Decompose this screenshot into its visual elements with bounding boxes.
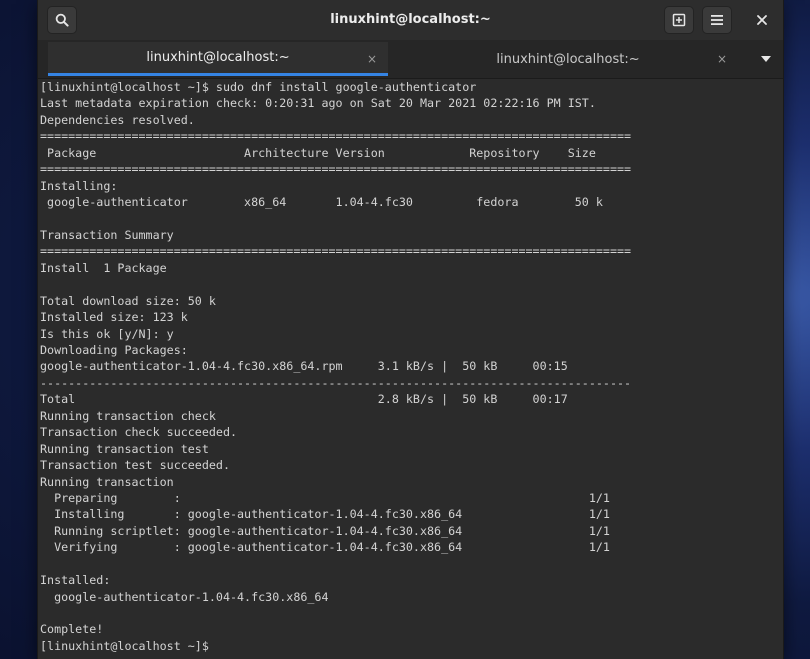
terminal-line: Running scriptlet: google-authenticator-… bbox=[40, 523, 610, 538]
terminal-line: [linuxhint@localhost ~]$ bbox=[40, 638, 216, 653]
tab-label: linuxhint@localhost:~ bbox=[146, 50, 290, 65]
terminal-line: Transaction Summary bbox=[40, 227, 174, 242]
terminal-line: Installing : google-authenticator-1.04-4… bbox=[40, 507, 610, 522]
hamburger-menu-icon bbox=[711, 15, 723, 25]
new-tab-icon bbox=[672, 13, 686, 27]
terminal-line: ========================================… bbox=[40, 129, 632, 144]
terminal-line: Preparing : 1/1 bbox=[40, 490, 610, 505]
terminal-line: Is this ok [y/N]: y bbox=[40, 326, 174, 341]
terminal-line: Last metadata expiration check: 0:20:31 … bbox=[40, 96, 596, 111]
terminal-line: Verifying : google-authenticator-1.04-4.… bbox=[40, 540, 610, 555]
terminal-line: Running transaction test bbox=[40, 441, 209, 456]
terminal-line: google-authenticator-1.04-4.fc30.x86_64 bbox=[40, 589, 329, 604]
terminal-line: Total 2.8 kB/s | 50 kB 00:17 bbox=[40, 392, 568, 407]
terminal-line: Downloading Packages: bbox=[40, 343, 188, 357]
terminal-line: ========================================… bbox=[40, 162, 632, 177]
new-tab-button[interactable] bbox=[664, 6, 694, 34]
terminal-line: Transaction test succeeded. bbox=[40, 458, 230, 473]
terminal-line: Total download size: 50 k bbox=[40, 293, 216, 308]
terminal-line: Package Architecture Version Repository … bbox=[40, 145, 596, 160]
terminal-line: Installing: bbox=[40, 178, 118, 193]
close-window-button[interactable] bbox=[748, 6, 776, 34]
terminal-line: Transaction check succeeded. bbox=[40, 425, 238, 440]
tab-2[interactable]: linuxhint@localhost:~ × bbox=[398, 42, 738, 76]
terminal-line: Installed size: 123 k bbox=[40, 310, 188, 325]
terminal-output[interactable]: [linuxhint@localhost ~]$ sudo dnf instal… bbox=[38, 79, 783, 659]
terminal-line: google-authenticator x86_64 1.04-4.fc30 … bbox=[40, 195, 603, 210]
terminal-line: [linuxhint@localhost ~]$ sudo dnf instal… bbox=[40, 80, 477, 94]
terminal-line: Running transaction bbox=[40, 474, 174, 489]
terminal-line: Running transaction check bbox=[40, 408, 216, 423]
header-bar: linuxhint@localhost:~ bbox=[38, 0, 783, 41]
tab-close-button[interactable]: × bbox=[712, 42, 732, 76]
tab-close-button[interactable]: × bbox=[362, 42, 382, 76]
tab-label: linuxhint@localhost:~ bbox=[496, 51, 640, 67]
tab-bar: linuxhint@localhost:~ × linuxhint@localh… bbox=[38, 40, 783, 79]
tab-list-button[interactable] bbox=[753, 42, 779, 76]
terminal-window: linuxhint@localhost:~ linuxhint@localhos… bbox=[38, 0, 783, 659]
menu-button[interactable] bbox=[702, 6, 732, 34]
tab-1[interactable]: linuxhint@localhost:~ × bbox=[48, 42, 388, 76]
terminal-line: ========================================… bbox=[40, 244, 632, 259]
terminal-line: ----------------------------------------… bbox=[40, 375, 632, 390]
terminal-line: Complete! bbox=[40, 622, 104, 637]
terminal-line: google-authenticator-1.04-4.fc30.x86_64.… bbox=[40, 359, 568, 374]
terminal-line: Dependencies resolved. bbox=[40, 112, 195, 127]
terminal-line: Install 1 Package bbox=[40, 260, 167, 275]
terminal-line: Installed: bbox=[40, 573, 111, 588]
close-icon bbox=[757, 15, 767, 25]
chevron-down-icon bbox=[761, 56, 771, 62]
